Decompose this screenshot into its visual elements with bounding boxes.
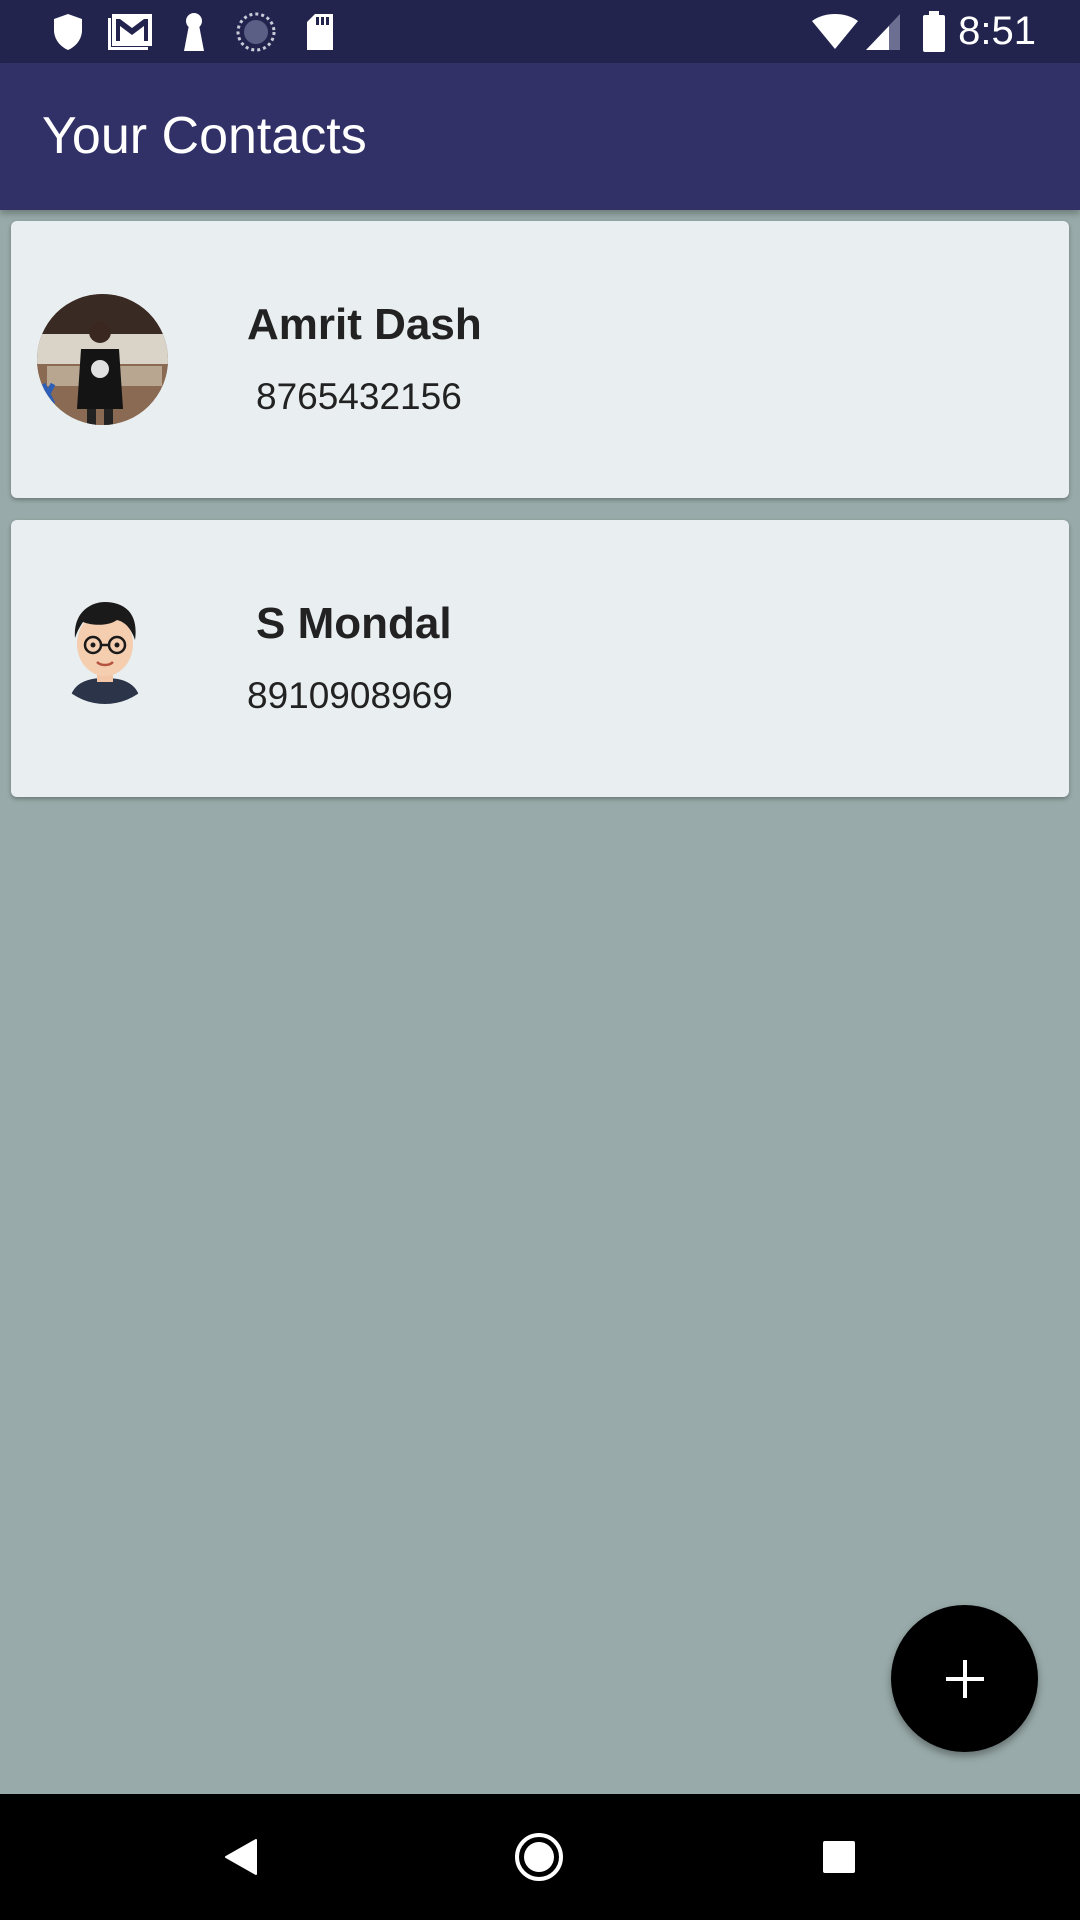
gmail-icon [107, 0, 155, 63]
signal-icon [864, 0, 902, 63]
contact-photo-avatar [37, 294, 168, 425]
contact-card[interactable]: S Mondal 8910908969 [11, 520, 1069, 797]
cartoon-avatar [47, 588, 163, 704]
navigation-bar [0, 1794, 1080, 1920]
contact-phone: 8765432156 [256, 376, 462, 417]
sync-icon [235, 0, 277, 63]
contact-card[interactable]: Amrit Dash 8765432156 [11, 221, 1069, 498]
home-icon[interactable] [508, 1794, 570, 1920]
back-icon[interactable] [210, 1794, 272, 1920]
shield-icon [50, 0, 86, 63]
status-bar: 8:51 [0, 0, 1080, 63]
wifi-icon [810, 0, 860, 63]
battery-icon [920, 0, 948, 63]
clock: 8:51 [958, 9, 1036, 53]
contact-phone: 8910908969 [247, 675, 453, 716]
contact-name: S Mondal [256, 599, 452, 648]
plus-icon [944, 1658, 986, 1700]
keyhole-icon [178, 0, 210, 63]
contact-name: Amrit Dash [247, 300, 482, 349]
app-bar: Your Contacts [0, 63, 1080, 210]
page-title: Your Contacts [42, 107, 367, 165]
recents-icon[interactable] [808, 1794, 870, 1920]
sd-card-icon [304, 0, 336, 63]
add-contact-button[interactable] [891, 1605, 1038, 1752]
